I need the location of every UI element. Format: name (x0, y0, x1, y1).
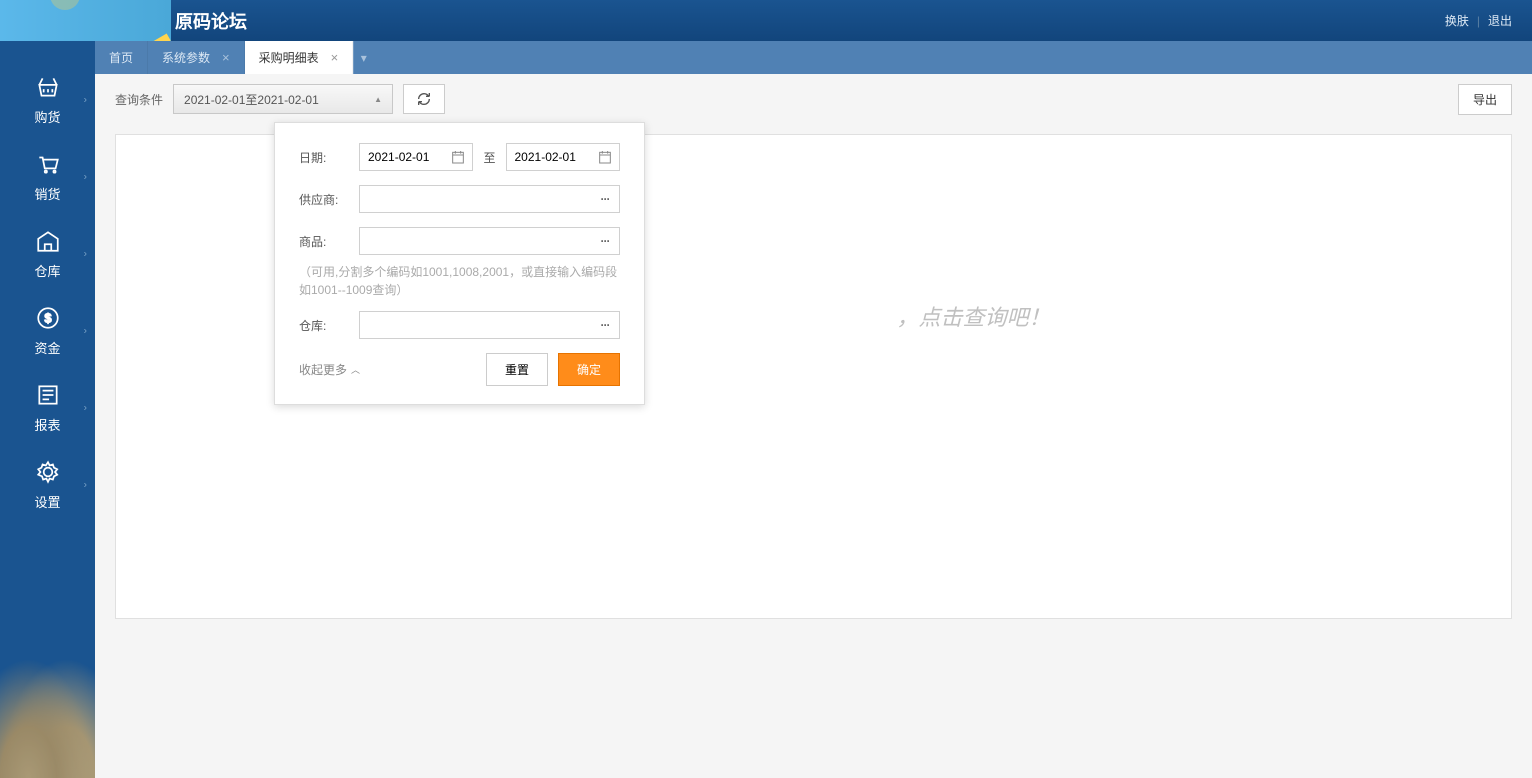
tab-purchase-detail[interactable]: 采购明细表 × (245, 41, 354, 74)
sidebar-item-purchase[interactable]: 购货 › (0, 61, 95, 138)
sidebar: 购货 › 销货 › 仓库 › $ 资金 › 报表 › 设置 › (0, 41, 95, 778)
chevron-up-icon: ︿ (351, 363, 360, 376)
confirm-button[interactable]: 确定 (558, 353, 620, 386)
chevron-right-icon: › (84, 402, 87, 413)
tab-dropdown[interactable]: ▾ (353, 41, 373, 74)
tab-home[interactable]: 首页 (95, 41, 148, 74)
divider: | (1477, 14, 1480, 28)
refresh-button[interactable] (403, 84, 445, 114)
svg-text:$: $ (44, 310, 52, 325)
report-icon (34, 381, 62, 409)
filter-row-warehouse: 仓库: ··· (299, 311, 620, 339)
tab-label: 首页 (109, 49, 133, 66)
calendar-icon[interactable] (450, 149, 466, 165)
filter-row-supplier: 供应商: ··· (299, 185, 620, 213)
chevron-right-icon: › (84, 479, 87, 490)
app-title: 原码论坛 (175, 8, 247, 34)
condition-dropdown[interactable]: 2021-02-01至2021-02-01 ▲ (173, 84, 393, 114)
chevron-down-icon: ▾ (361, 51, 367, 65)
logo (0, 0, 171, 41)
close-icon[interactable]: × (331, 50, 339, 65)
product-label: 商品: (299, 233, 359, 250)
chevron-right-icon: › (84, 171, 87, 182)
warehouse-label: 仓库: (299, 317, 359, 334)
sidebar-label: 仓库 (34, 261, 60, 280)
warehouse-field[interactable] (360, 312, 591, 338)
header: 原码论坛 换肤 | 退出 (0, 0, 1532, 41)
lookup-icon[interactable]: ··· (591, 312, 619, 338)
collapse-more-link[interactable]: 收起更多 ︿ (299, 361, 360, 378)
product-input[interactable]: ··· (359, 227, 620, 255)
close-icon[interactable]: × (222, 50, 230, 65)
sidebar-label: 报表 (34, 415, 60, 434)
tab-label: 采购明细表 (259, 49, 319, 66)
sidebar-item-report[interactable]: 报表 › (0, 369, 95, 446)
dropdown-arrow-icon: ▲ (374, 95, 382, 104)
gear-icon (34, 458, 62, 486)
sidebar-item-sales[interactable]: 销货 › (0, 138, 95, 215)
condition-value: 2021-02-01至2021-02-01 (184, 91, 319, 108)
lookup-icon[interactable]: ··· (591, 186, 619, 212)
condition-label: 查询条件 (115, 91, 163, 108)
sidebar-item-warehouse[interactable]: 仓库 › (0, 215, 95, 292)
sidebar-label: 资金 (34, 338, 60, 357)
supplier-input[interactable]: ··· (359, 185, 620, 213)
sidebar-label: 设置 (34, 492, 60, 511)
empty-hint: ，点击查询吧！ (576, 300, 1050, 332)
chevron-right-icon: › (84, 248, 87, 259)
filter-row-product: 商品: ··· (299, 227, 620, 255)
cart-icon (34, 150, 62, 178)
basket-icon (34, 73, 62, 101)
sidebar-item-settings[interactable]: 设置 › (0, 446, 95, 523)
lookup-icon[interactable]: ··· (591, 228, 619, 254)
header-actions: 换肤 | 退出 (1445, 12, 1512, 29)
tab-label: 系统参数 (162, 49, 210, 66)
sidebar-label: 销货 (34, 184, 60, 203)
product-hint: （可用,分割多个编码如1001,1008,2001，或直接输入编码段如1001-… (299, 263, 620, 299)
warehouse-input[interactable]: ··· (359, 311, 620, 339)
content: 查询条件 2021-02-01至2021-02-01 ▲ 导出 ，点击查询吧！ … (95, 74, 1532, 778)
product-field[interactable] (360, 228, 591, 254)
tab-sysparams[interactable]: 系统参数 × (148, 41, 245, 74)
tab-bar: 首页 系统参数 × 采购明细表 × ▾ (95, 41, 1532, 74)
supplier-field[interactable] (360, 186, 591, 212)
filter-popup: 日期: 2021-02-01 至 2021-02-01 供应商: ··· 商品:… (274, 122, 645, 405)
money-icon: $ (34, 304, 62, 332)
sidebar-item-money[interactable]: $ 资金 › (0, 292, 95, 369)
supplier-label: 供应商: (299, 191, 359, 208)
date-separator: 至 (483, 149, 495, 166)
filter-footer: 收起更多 ︿ 重置 确定 (299, 353, 620, 386)
export-button[interactable]: 导出 (1458, 84, 1512, 115)
reset-button[interactable]: 重置 (486, 353, 548, 386)
chevron-right-icon: › (84, 94, 87, 105)
skin-link[interactable]: 换肤 (1445, 12, 1469, 29)
sidebar-label: 购货 (34, 107, 60, 126)
calendar-icon[interactable] (597, 149, 613, 165)
filter-row-date: 日期: 2021-02-01 至 2021-02-01 (299, 143, 620, 171)
refresh-icon (416, 91, 432, 107)
chevron-right-icon: › (84, 325, 87, 336)
date-label: 日期: (299, 149, 359, 166)
warehouse-icon (34, 227, 62, 255)
toolbar: 查询条件 2021-02-01至2021-02-01 ▲ 导出 (95, 74, 1532, 124)
logout-link[interactable]: 退出 (1488, 12, 1512, 29)
sidebar-decoration (0, 658, 95, 778)
date-from-input[interactable]: 2021-02-01 (359, 143, 473, 171)
date-to-input[interactable]: 2021-02-01 (506, 143, 620, 171)
